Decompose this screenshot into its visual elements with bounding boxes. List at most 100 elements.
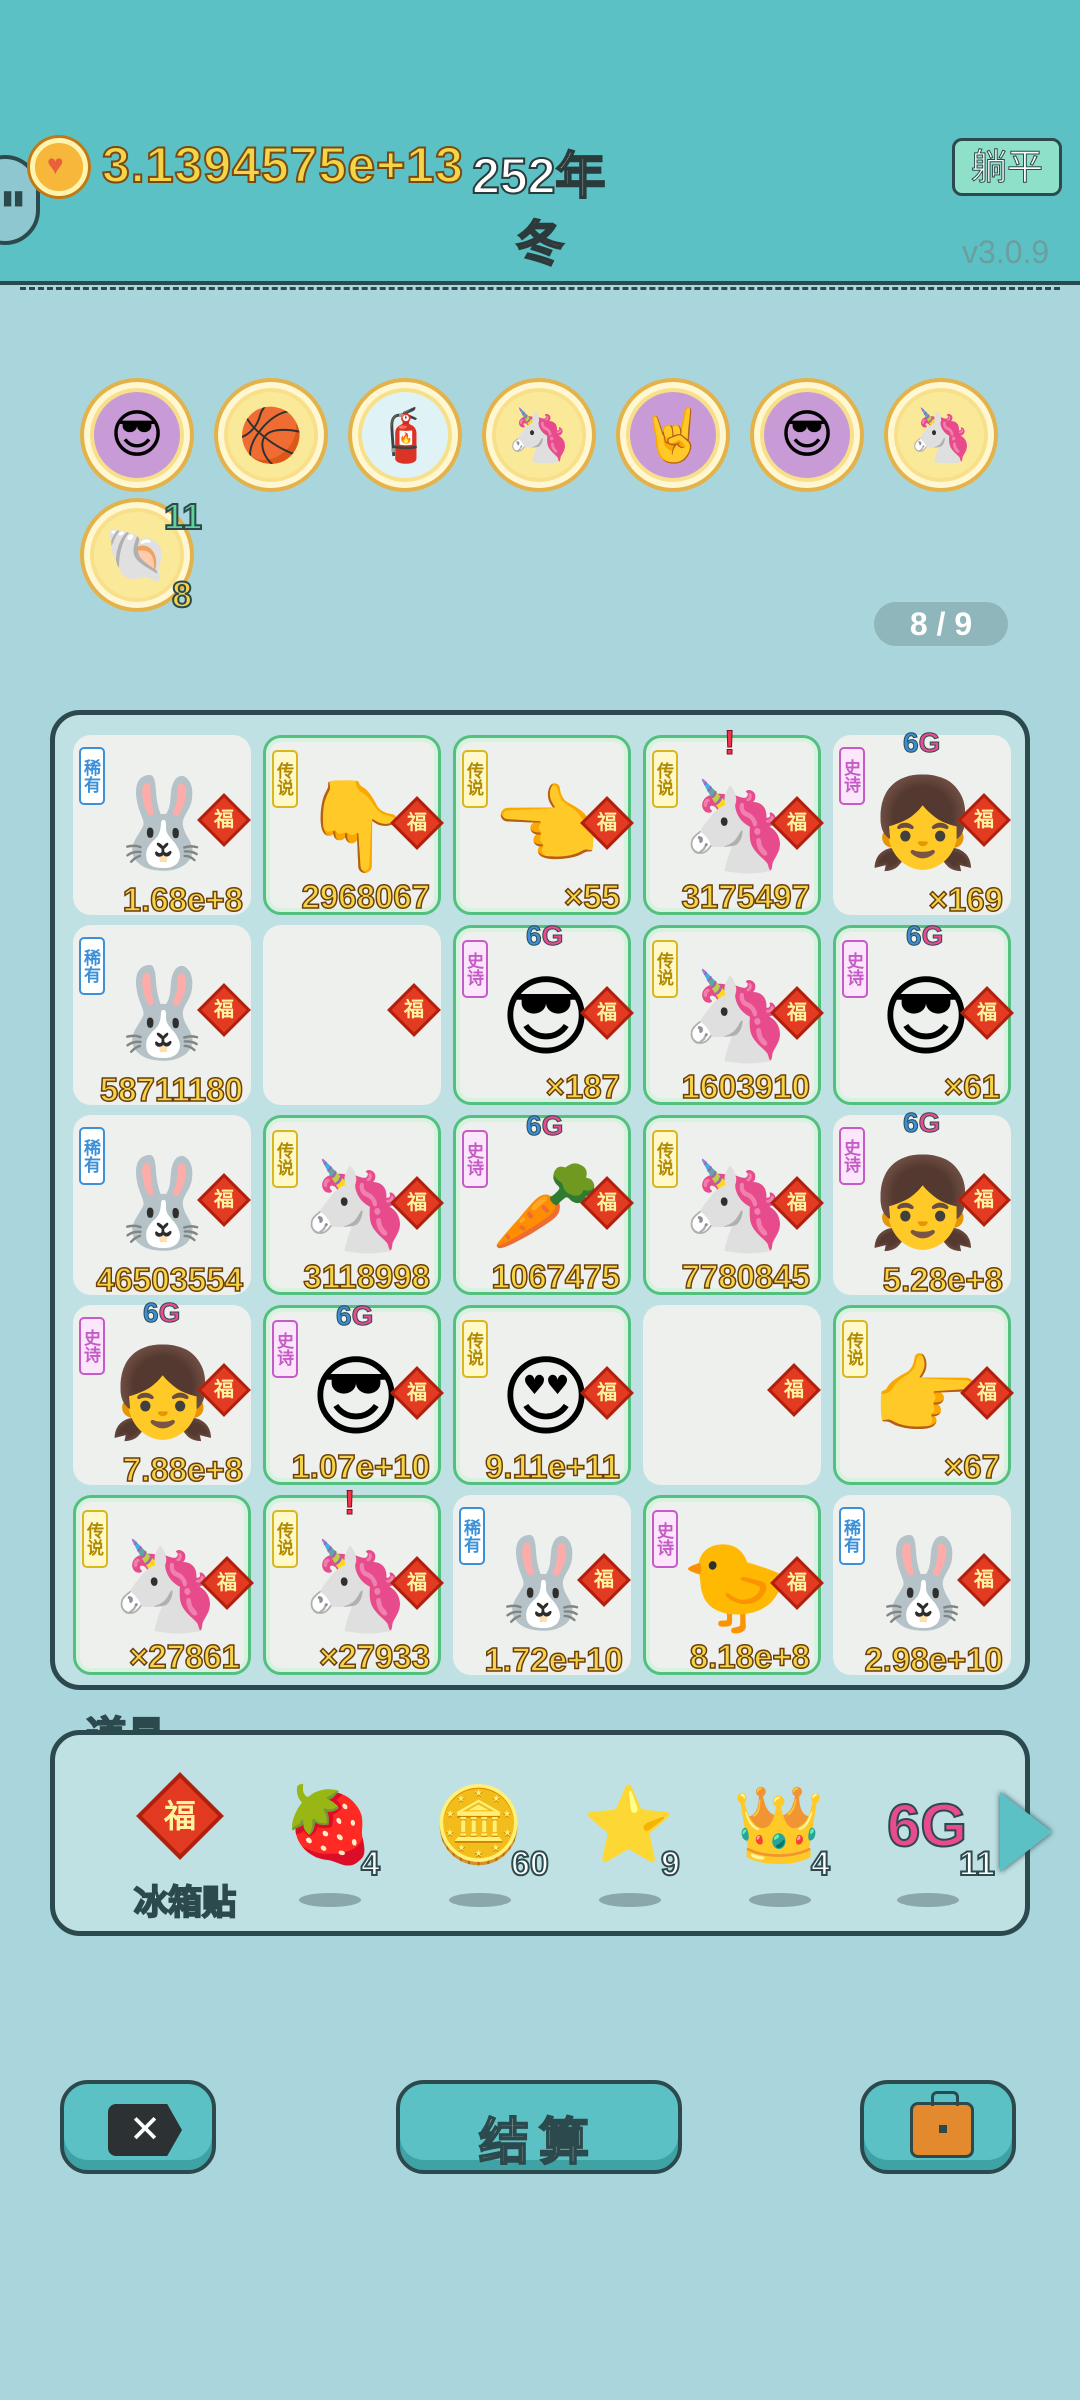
unicorn-icon: 🦄 [496,392,582,478]
grid-cell[interactable]: 稀有 🐰 福 1.72e+10 [453,1495,631,1679]
grid-cell[interactable]: 传说 🦄 福 7780845 [643,1115,824,1296]
rarity-tag: 传说 [462,1320,488,1378]
cell-value: 58711180 [99,1070,244,1109]
badge-math-guy-icon[interactable]: 😎 [750,378,864,492]
6g-letter: G [918,727,941,759]
grid-cell[interactable]: 传说 😍 福 9.11e+11 [453,1305,634,1486]
cell-value: 8.18e+8 [689,1637,811,1676]
math-guy-icon: 😎 [94,392,180,478]
grid-cell[interactable]: 传说 👈 福 ×55 [453,735,634,916]
grid-cell[interactable]: 稀有 🐰 福 2.98e+10 [833,1495,1011,1679]
next-arrow-icon[interactable] [1000,1792,1052,1872]
6g-digit: 6 [526,920,543,952]
6g-digit: 6 [526,1110,543,1142]
item-fridge-sticker[interactable]: 福冰箱贴 [119,1772,249,1923]
6g-tag: 6G [336,1300,374,1332]
grid-cell[interactable]: 传说 👇 福 2968067 [263,735,444,916]
grid-cell[interactable]: 史诗 6G 👧 福 ×169 [833,727,1011,919]
grid-cell[interactable]: 传说 🦄 福 1603910 [643,925,824,1106]
coin-icon [30,138,88,196]
rarity-tag: 稀有 [79,747,105,805]
item-count: 4 [810,1844,831,1884]
fu-label: 福 [594,1569,614,1591]
item-coin[interactable]: 🪙 60 [419,1775,550,1915]
cell-value: 9.11e+11 [484,1447,620,1486]
item-lychee[interactable]: 🍓 4 [269,1775,399,1915]
badge-basketballs-icon[interactable]: 🏀 [214,378,328,492]
close-button[interactable]: ✕ [60,2080,216,2174]
grid-cell[interactable]: 传说 👉 福 ×67 [833,1305,1014,1486]
6g-letter: G [918,1107,941,1139]
fu-label: 福 [214,1189,234,1211]
grid-cell[interactable]: 传说 🦄 福 ×27861 [73,1495,254,1676]
item-6g[interactable]: 6G 11 [867,1775,997,1915]
flat-button[interactable]: 躺平 [952,138,1062,196]
fu-label: 福 [404,999,424,1021]
grid-cell[interactable]: 史诗 6G 😎 福 ×187 [453,920,634,1106]
settle-label: 结算 [478,2113,599,2171]
grid-cell[interactable]: 稀有 🐰 福 1.68e+8 [73,735,251,919]
cell-value: 2968067 [301,877,431,916]
fu-label: 福 [787,1572,807,1594]
badge-unicorn-icon[interactable]: 🦄 [884,378,998,492]
grid-cell[interactable]: 史诗 6G 😎 福 1.07e+10 [263,1300,444,1486]
alert-icon: ! [723,724,736,763]
unicorn-icon: 🦄 [898,392,984,478]
rarity-tag: 传说 [652,750,678,808]
rarity-tag: 稀有 [79,937,105,995]
grid-cell[interactable]: 传说 🦄 福 3118998 [263,1115,444,1296]
fu-label: 福 [163,1798,196,1834]
badge-rock-hand-icon[interactable]: 🤘 [616,378,730,492]
item-crown[interactable]: 👑 4 [719,1775,849,1915]
grid-cell[interactable]: 传说! 🦄 福 ×27933 [263,1484,444,1676]
rarity-tag: 史诗 [79,1317,105,1375]
fu-label: 福 [974,1189,994,1211]
grid-cell[interactable]: 史诗 6G 😎 福 ×61 [833,920,1014,1106]
badge-pump-icon[interactable]: 🧯 [348,378,462,492]
rarity-tag: 传说 [272,1130,298,1188]
item-shadow [897,1893,959,1907]
grid-cell[interactable]: 史诗 6G 🥕 福 1067475 [453,1110,634,1296]
money-counter: 3.1394575e+13 [101,136,464,194]
item-count: 60 [510,1844,550,1884]
6g-tag: 6G [906,920,944,952]
grid-cell[interactable]: 传说! 🦄 福 3175497 [643,724,824,916]
rarity-tag: 稀有 [79,1127,105,1185]
6g-digit: 6 [906,920,923,952]
fu-label: 福 [787,812,807,834]
close-icon: ✕ [108,2104,182,2156]
rarity-tag: 传说 [462,750,488,808]
rarity-tag: 传说 [272,1510,298,1568]
6g-tag: 6G [903,1107,941,1139]
fu-label: 福 [784,1379,804,1401]
grid-cell[interactable]: 稀有 🐰 福 58711180 [73,925,251,1109]
fu-label: 福 [597,1192,617,1214]
grid-cell[interactable]: 史诗 🐤 福 8.18e+8 [643,1495,824,1676]
alert-icon: ! [343,1484,356,1523]
rarity-tag: 史诗 [652,1510,678,1568]
badge-shell-icon[interactable]: 🐚 11 8 [80,495,203,616]
grid-cell[interactable]: 史诗 6G 👧 福 5.28e+8 [833,1107,1011,1299]
cell-value: 7.88e+8 [122,1450,244,1489]
fu-label: 福 [407,1572,427,1594]
6g-tag: 6G [526,1110,564,1142]
6g-letter: G [541,920,564,952]
item-star[interactable]: ⭐ 9 [569,1775,699,1915]
cell-value: 7780845 [681,1257,811,1296]
inventory-button[interactable] [860,2080,1016,2174]
badge-unicorn-icon[interactable]: 🦄 [482,378,596,492]
grid-cell[interactable]: 福 [263,925,441,1105]
cell-value: 46503554 [95,1260,243,1299]
grid-cell[interactable]: 稀有 🐰 福 46503554 [73,1115,251,1299]
slot-grid: 稀有 🐰 福 1.68e+8 传说 👇 福 2968067 传说 👈 福 ×55 传说! 🦄 福 317549… [50,710,1030,1690]
settle-button[interactable]: 结算 [396,2080,682,2174]
fu-label: 福 [217,1572,237,1594]
cell-value: ×27933 [318,1637,431,1676]
grid-cell[interactable]: 史诗 6G 👧 福 7.88e+8 [73,1297,251,1489]
grid-cell[interactable]: 福 [643,1305,821,1485]
badge-math-guy-icon[interactable]: 😎 [80,378,194,492]
fu-label: 福 [214,999,234,1021]
6g-tag: 6G [903,727,941,759]
fu-label: 福 [597,1382,617,1404]
fu-label: 福 [214,809,234,831]
